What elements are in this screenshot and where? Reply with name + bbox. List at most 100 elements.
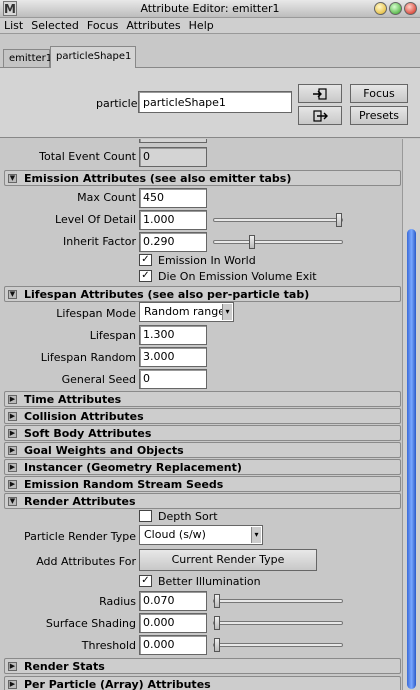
lifespan-mode-label: Lifespan Mode [56, 307, 136, 320]
current-render-type-button[interactable]: Current Render Type [139, 549, 317, 571]
level-of-detail-label: Level Of Detail [55, 213, 136, 226]
section-title: Time Attributes [24, 393, 122, 406]
inherit-factor-slider[interactable] [213, 235, 343, 249]
menu-selected[interactable]: Selected [27, 18, 83, 33]
surface-shading-label: Surface Shading [45, 617, 136, 630]
slider-handle[interactable] [214, 638, 220, 652]
inherit-factor-label: Inherit Factor [62, 235, 136, 248]
threshold-field[interactable]: 0.000 [139, 635, 207, 655]
maximize-button[interactable] [389, 2, 402, 15]
section-title: Render Attributes [24, 495, 136, 508]
section-title: Instancer (Geometry Replacement) [24, 461, 242, 474]
total-event-count-label: Total Event Count [39, 150, 136, 163]
section-collision-attributes[interactable]: ▶ Collision Attributes [4, 408, 401, 424]
depth-sort-label: Depth Sort [158, 510, 218, 523]
add-attributes-label: Add Attributes For [36, 555, 136, 568]
expand-triangle-icon: ▶ [8, 463, 17, 472]
section-title: Goal Weights and Objects [24, 444, 184, 457]
expand-triangle-icon: ▶ [8, 480, 17, 489]
die-on-volume-exit-checkbox[interactable]: ✓ [139, 270, 152, 282]
menu-attributes[interactable]: Attributes [122, 18, 184, 33]
exit-arrow-icon [313, 110, 328, 122]
tab-particleshape1[interactable]: particleShape1 [50, 46, 136, 68]
section-emission-random-seeds[interactable]: ▶ Emission Random Stream Seeds [4, 476, 401, 492]
section-time-attributes[interactable]: ▶ Time Attributes [4, 391, 401, 407]
menu-bar: List Selected Focus Attributes Help [0, 18, 420, 34]
lifespan-label: Lifespan [89, 329, 136, 342]
radius-slider[interactable] [213, 594, 343, 608]
section-render-attributes[interactable]: ▼ Render Attributes [4, 493, 401, 509]
collapse-triangle-icon: ▼ [8, 497, 17, 506]
max-count-label: Max Count [77, 191, 136, 204]
total-event-count-field: 0 [139, 147, 207, 167]
emission-in-world-checkbox[interactable]: ✓ [139, 254, 152, 266]
slider-handle[interactable] [249, 235, 255, 249]
section-lifespan-attributes[interactable]: ▼ Lifespan Attributes (see also per-part… [4, 286, 401, 302]
section-emission-attributes[interactable]: ▼ Emission Attributes (see also emitter … [4, 170, 401, 186]
window-controls [374, 2, 417, 15]
menu-help[interactable]: Help [185, 18, 218, 33]
expand-triangle-icon: ▶ [8, 680, 17, 689]
section-title: Lifespan Attributes (see also per-partic… [24, 288, 310, 301]
emission-in-world-label: Emission In World [158, 254, 256, 267]
expand-triangle-icon: ▶ [8, 662, 17, 671]
section-soft-body-attributes[interactable]: ▶ Soft Body Attributes [4, 425, 401, 441]
node-header: particle: particleShape1 Focus Presets [0, 68, 420, 138]
section-goal-weights[interactable]: ▶ Goal Weights and Objects [4, 442, 401, 458]
surface-shading-field[interactable]: 0.000 [139, 613, 207, 633]
max-count-field[interactable]: 450 [139, 188, 207, 208]
focus-button[interactable]: Focus [350, 84, 408, 103]
level-of-detail-slider[interactable] [213, 213, 343, 227]
dropdown-arrow-icon: ▾ [222, 304, 232, 320]
vertical-scrollbar[interactable] [402, 139, 420, 690]
attribute-scroll-area: Total Event Count 0 ▼ Emission Attribute… [0, 139, 402, 690]
particle-render-type-label: Particle Render Type [23, 530, 136, 543]
depth-sort-checkbox[interactable] [139, 510, 152, 522]
surface-shading-slider[interactable] [213, 616, 343, 630]
particle-name-field[interactable]: particleShape1 [138, 91, 292, 113]
section-title: Emission Attributes (see also emitter ta… [24, 172, 292, 185]
section-title: Per Particle (Array) Attributes [24, 678, 211, 690]
section-title: Collision Attributes [24, 410, 144, 423]
minimize-button[interactable] [374, 2, 387, 15]
general-seed-field[interactable]: 0 [139, 369, 207, 389]
lifespan-random-field[interactable]: 3.000 [139, 347, 207, 367]
radius-label: Radius [99, 595, 136, 608]
general-seed-label: General Seed [61, 373, 136, 386]
scrollbar-thumb[interactable] [407, 229, 416, 689]
menu-list[interactable]: List [0, 18, 27, 33]
section-per-particle-attributes[interactable]: ▶ Per Particle (Array) Attributes [4, 676, 401, 690]
section-title: Emission Random Stream Seeds [24, 478, 224, 491]
presets-button[interactable]: Presets [350, 106, 408, 125]
lifespan-field[interactable]: 1.300 [139, 325, 207, 345]
particle-render-type-dropdown[interactable]: Cloud (s/w) ▾ [139, 525, 263, 545]
section-title: Soft Body Attributes [24, 427, 152, 440]
copy-tab-button[interactable] [298, 106, 342, 125]
menu-focus[interactable]: Focus [83, 18, 122, 33]
slider-handle[interactable] [214, 616, 220, 630]
expand-triangle-icon: ▶ [8, 446, 17, 455]
inherit-factor-field[interactable]: 0.290 [139, 232, 207, 252]
particle-render-type-value: Cloud (s/w) [144, 528, 206, 541]
threshold-slider[interactable] [213, 638, 343, 652]
tab-emitter1[interactable]: emitter1 [3, 49, 52, 68]
lifespan-mode-dropdown[interactable]: Random range ▾ [139, 302, 234, 322]
better-illumination-label: Better Illumination [158, 575, 261, 588]
section-render-stats[interactable]: ▶ Render Stats [4, 658, 401, 674]
window-title: Attribute Editor: emitter1 [140, 2, 280, 15]
better-illumination-checkbox[interactable]: ✓ [139, 575, 152, 587]
collapse-triangle-icon: ▼ [8, 290, 17, 299]
lifespan-mode-value: Random range [144, 305, 226, 318]
slider-handle[interactable] [214, 594, 220, 608]
title-bar: M Attribute Editor: emitter1 [0, 0, 420, 18]
clipped-field [139, 139, 207, 143]
radius-field[interactable]: 0.070 [139, 591, 207, 611]
load-attributes-button[interactable] [298, 84, 342, 103]
node-tabs: emitter1 particleShape1 [0, 34, 420, 68]
level-of-detail-field[interactable]: 1.000 [139, 210, 207, 230]
section-instancer[interactable]: ▶ Instancer (Geometry Replacement) [4, 459, 401, 475]
section-title: Render Stats [24, 660, 105, 673]
slider-handle[interactable] [336, 213, 342, 227]
close-button[interactable] [404, 2, 417, 15]
enter-arrow-icon [313, 88, 327, 100]
